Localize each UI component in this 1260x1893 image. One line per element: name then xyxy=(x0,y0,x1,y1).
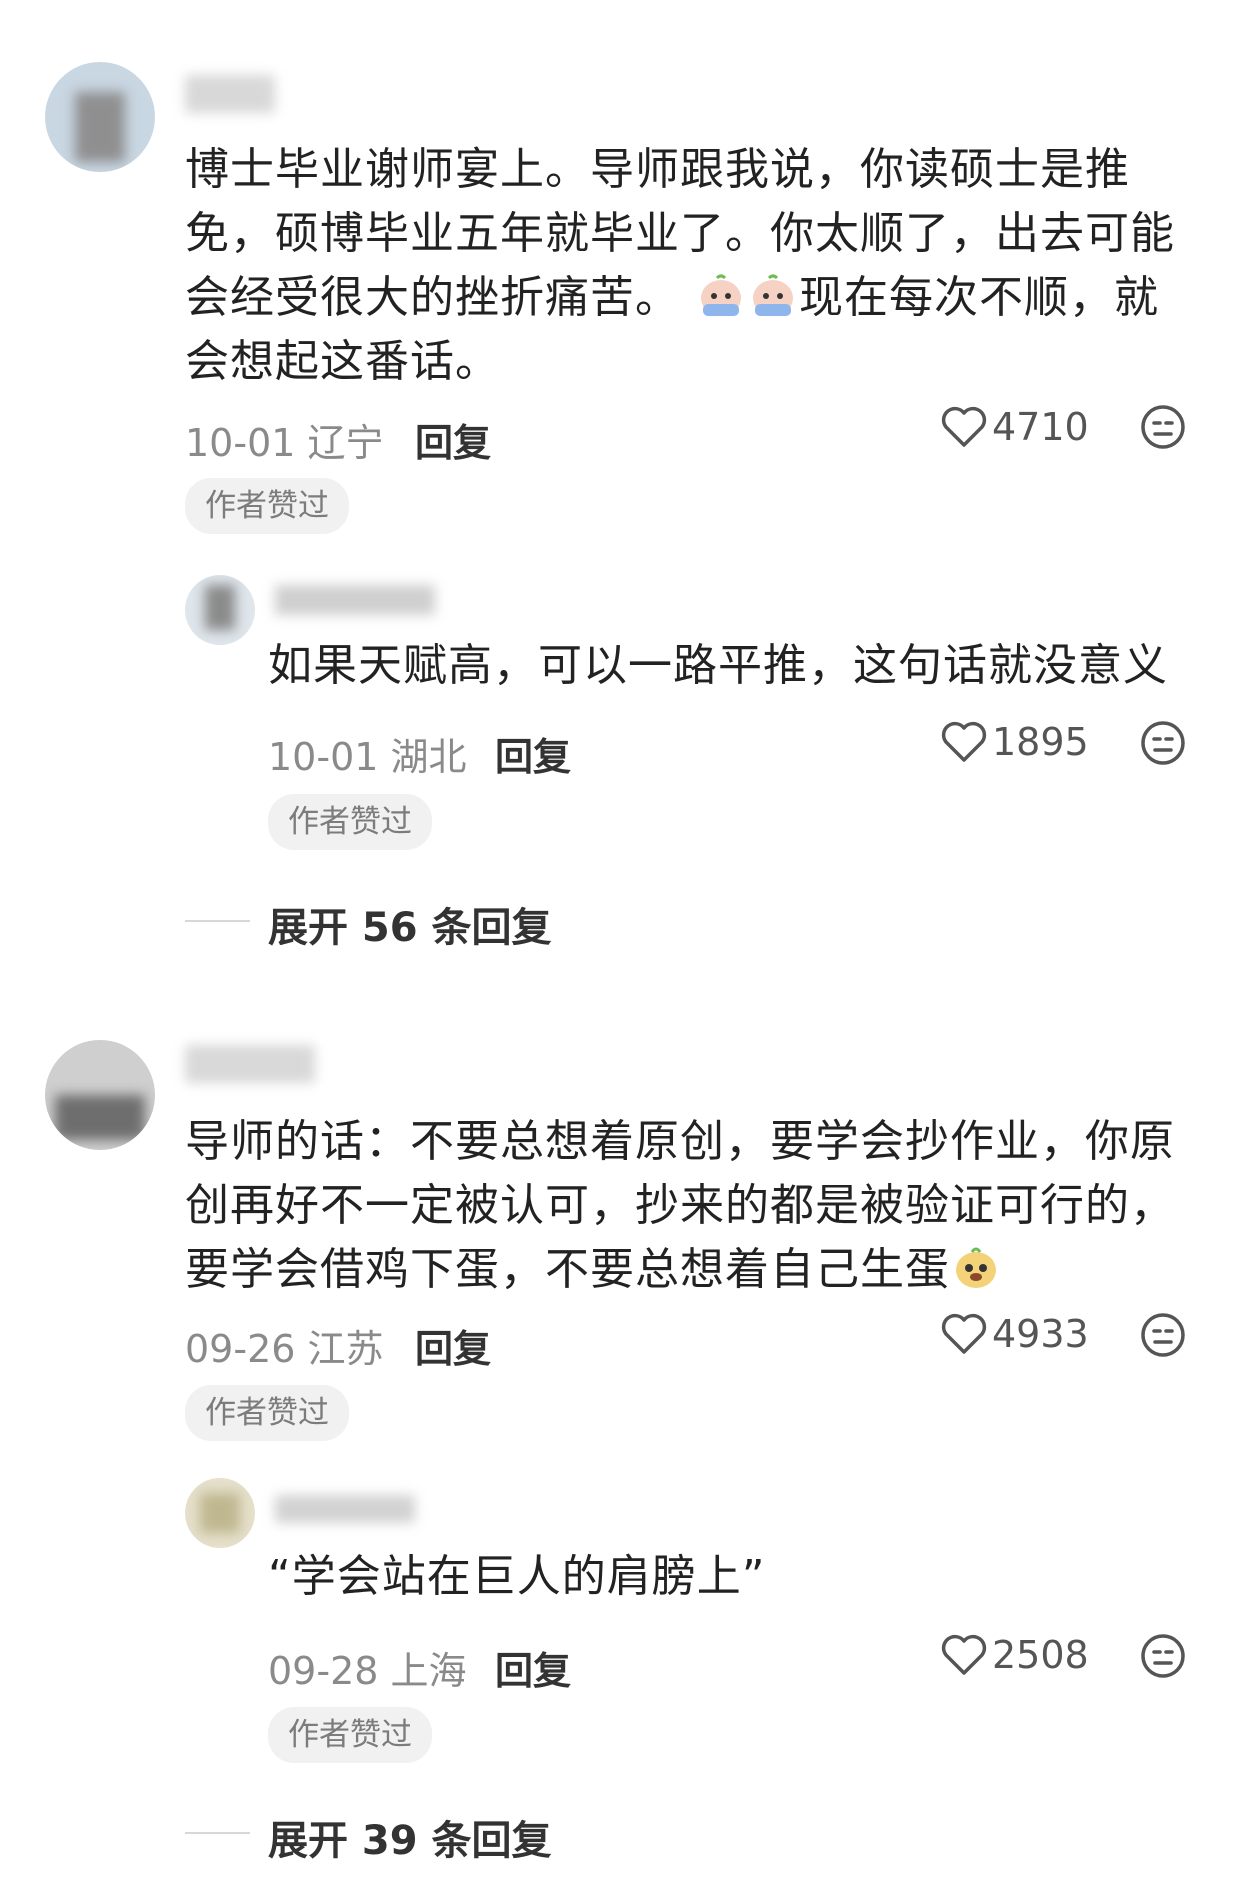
author-liked-badge: 作者赞过 xyxy=(185,1385,349,1441)
author-liked-badge: 作者赞过 xyxy=(185,478,349,534)
divider xyxy=(185,920,250,922)
username-blurred[interactable] xyxy=(275,1495,415,1523)
reply-button[interactable]: 回复 xyxy=(415,412,491,467)
like-count: 1895 xyxy=(992,720,1089,764)
avatar[interactable] xyxy=(45,1040,155,1150)
author-liked-badge: 作者赞过 xyxy=(268,794,432,850)
like-count: 4710 xyxy=(992,405,1089,449)
reply-text: 如果天赋高，可以一路平推，这句话就没意义 xyxy=(268,640,1168,691)
heart-outline-icon xyxy=(940,405,988,449)
avatar[interactable] xyxy=(45,62,155,172)
heart-outline-icon xyxy=(940,720,988,764)
reply-button[interactable]: 回复 xyxy=(415,1318,491,1373)
reply-text: “学会站在巨人的肩膀上” xyxy=(268,1551,766,1602)
smiley-face-icon[interactable] xyxy=(1140,1312,1186,1358)
reply-button[interactable]: 回复 xyxy=(495,1640,571,1695)
username-blurred[interactable] xyxy=(185,75,275,113)
smiley-face-icon[interactable] xyxy=(1140,720,1186,766)
reply-button[interactable]: 回复 xyxy=(495,726,571,781)
heart-outline-icon xyxy=(940,1633,988,1677)
like-button[interactable]: 2508 xyxy=(940,1633,1089,1677)
like-button[interactable]: 1895 xyxy=(940,720,1089,764)
crying-face-emoji xyxy=(697,272,745,316)
avatar[interactable] xyxy=(185,575,255,645)
sneaky-face-emoji xyxy=(952,1244,1000,1288)
username-blurred[interactable] xyxy=(275,585,435,615)
smiley-face-icon[interactable] xyxy=(1140,404,1186,450)
like-button[interactable]: 4933 xyxy=(940,1312,1089,1356)
comment-date-location: 10-01 辽宁 xyxy=(185,421,384,465)
like-count: 4933 xyxy=(992,1312,1089,1356)
like-count: 2508 xyxy=(992,1633,1089,1677)
reply-date-location: 10-01 湖北 xyxy=(268,735,467,779)
like-button[interactable]: 4710 xyxy=(940,405,1089,449)
divider xyxy=(185,1832,250,1834)
smiley-face-icon[interactable] xyxy=(1140,1633,1186,1679)
username-blurred[interactable] xyxy=(185,1045,315,1083)
comment-date-location: 09-26 江苏 xyxy=(185,1327,384,1371)
expand-replies-button[interactable]: 展开 39 条回复 xyxy=(268,1808,552,1866)
expand-replies-button[interactable]: 展开 56 条回复 xyxy=(268,895,552,953)
heart-outline-icon xyxy=(940,1312,988,1356)
reply-date-location: 09-28 上海 xyxy=(268,1649,467,1693)
author-liked-badge: 作者赞过 xyxy=(268,1707,432,1763)
avatar[interactable] xyxy=(185,1478,255,1548)
comment-text: 博士毕业谢师宴上。导师跟我说，你读硕士是推 免，硕博毕业五年就毕业了。你太顺了，… xyxy=(185,144,1175,387)
comment-text: 导师的话：不要总想着原创，要学会抄作业，你原 创再好不一定被认可，抄来的都是被验… xyxy=(185,1116,1175,1295)
crying-face-emoji xyxy=(749,272,797,316)
